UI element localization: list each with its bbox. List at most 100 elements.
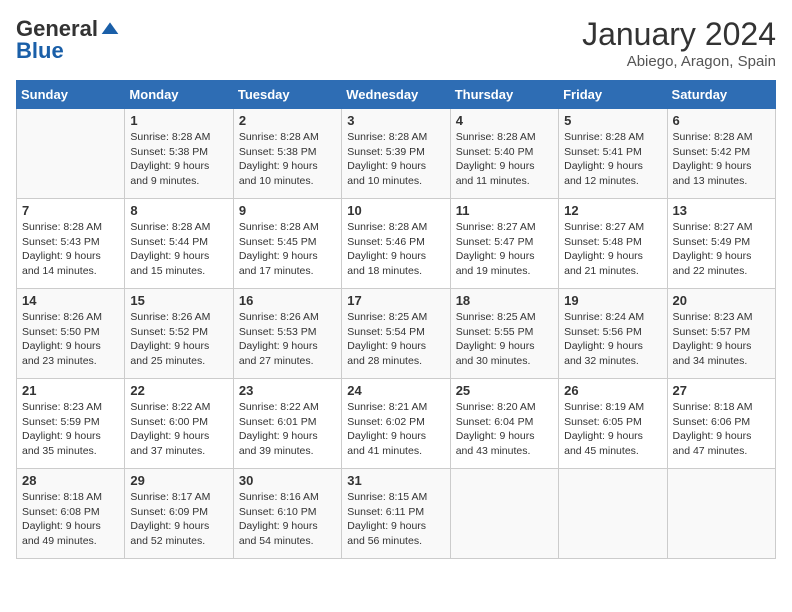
day-number: 5 [564, 113, 661, 128]
calendar-cell: 13Sunrise: 8:27 AMSunset: 5:49 PMDayligh… [667, 199, 775, 289]
daylight-text: Daylight: 9 hours and 32 minutes. [564, 340, 643, 367]
daylight-text: Daylight: 9 hours and 28 minutes. [347, 340, 426, 367]
day-number: 9 [239, 203, 336, 218]
day-number: 13 [673, 203, 770, 218]
sunrise-text: Sunrise: 8:28 AM [456, 131, 536, 143]
sunrise-text: Sunrise: 8:28 AM [347, 131, 427, 143]
sunset-text: Sunset: 5:50 PM [22, 326, 100, 338]
calendar-cell: 29Sunrise: 8:17 AMSunset: 6:09 PMDayligh… [125, 469, 233, 559]
sunset-text: Sunset: 5:52 PM [130, 326, 208, 338]
daylight-text: Daylight: 9 hours and 22 minutes. [673, 250, 752, 277]
cell-content: Sunrise: 8:27 AMSunset: 5:47 PMDaylight:… [456, 220, 553, 279]
sunrise-text: Sunrise: 8:25 AM [456, 311, 536, 323]
cell-content: Sunrise: 8:24 AM Sunset: 5:56 PM Daylight:… [564, 310, 661, 369]
calendar-cell: 21Sunrise: 8:23 AMSunset: 5:59 PMDayligh… [17, 379, 125, 469]
calendar-cell: 15Sunrise: 8:26 AMSunset: 5:52 PMDayligh… [125, 289, 233, 379]
cell-content: Sunrise: 8:25 AMSunset: 5:54 PMDaylight:… [347, 310, 444, 369]
sunset-text: Sunset: 5:56 PM [564, 326, 642, 338]
header-cell-tuesday: Tuesday [233, 81, 341, 109]
daylight-text: Daylight: 9 hours and 27 minutes. [239, 340, 318, 367]
sunset-text: Sunset: 5:45 PM [239, 236, 317, 248]
cell-content: Sunrise: 8:23 AMSunset: 5:59 PMDaylight:… [22, 400, 119, 459]
calendar-cell: 16Sunrise: 8:26 AMSunset: 5:53 PMDayligh… [233, 289, 341, 379]
header-cell-thursday: Thursday [450, 81, 558, 109]
calendar-cell: 8Sunrise: 8:28 AMSunset: 5:44 PMDaylight… [125, 199, 233, 289]
daylight-text: Daylight: 9 hours and 41 minutes. [347, 430, 426, 457]
daylight-text: Daylight: 9 hours and 13 minutes. [673, 160, 752, 187]
day-number: 23 [239, 383, 336, 398]
day-number: 3 [347, 113, 444, 128]
day-number: 8 [130, 203, 227, 218]
sunset-text: Sunset: 5:54 PM [347, 326, 425, 338]
calendar-cell: 3 Sunrise: 8:28 AMSunset: 5:39 PMDaylight… [342, 109, 450, 199]
header-row: SundayMondayTuesdayWednesdayThursdayFrid… [17, 81, 776, 109]
sunset-text: Sunset: 5:55 PM [456, 326, 534, 338]
cell-content: Sunrise: 8:18 AMSunset: 6:06 PMDaylight:… [673, 400, 770, 459]
day-number: 1 [130, 113, 227, 128]
header-cell-friday: Friday [559, 81, 667, 109]
calendar-cell: 17 Sunrise: 8:25 AMSunset: 5:54 PMDayligh… [342, 289, 450, 379]
calendar-header: SundayMondayTuesdayWednesdayThursdayFrid… [17, 81, 776, 109]
cell-content: Sunrise: 8:28 AMSunset: 5:39 PMDaylight:… [347, 130, 444, 189]
daylight-text: Daylight: 9 hours and 39 minutes. [239, 430, 318, 457]
calendar-cell: 1Sunrise: 8:28 AMSunset: 5:38 PMDaylight… [125, 109, 233, 199]
sunset-text: Sunset: 6:05 PM [564, 416, 642, 428]
day-number: 17 [347, 293, 444, 308]
day-number: 19 [564, 293, 661, 308]
sunset-text: Sunset: 6:04 PM [456, 416, 534, 428]
calendar-cell: 22Sunrise: 8:22 AMSunset: 6:00 PMDayligh… [125, 379, 233, 469]
sunset-text: Sunset: 5:53 PM [239, 326, 317, 338]
sunset-text: Sunset: 5:43 PM [22, 236, 100, 248]
sunrise-text: Sunrise: 8:26 AM [130, 311, 210, 323]
week-row-4: 21Sunrise: 8:23 AMSunset: 5:59 PMDayligh… [17, 379, 776, 469]
logo-icon [100, 19, 120, 39]
calendar-cell: 6Sunrise: 8:28 AMSunset: 5:42 PMDaylight… [667, 109, 775, 199]
calendar-cell: 7Sunrise: 8:28 AMSunset: 5:43 PMDaylight… [17, 199, 125, 289]
calendar-cell: 28Sunrise: 8:18 AMSunset: 6:08 PMDayligh… [17, 469, 125, 559]
cell-content: Sunrise: 8:27 AMSunset: 5:48 PMDaylight:… [564, 220, 661, 279]
daylight-text: Daylight: 9 hours and 54 minutes. [239, 520, 318, 547]
week-row-2: 7Sunrise: 8:28 AMSunset: 5:43 PMDaylight… [17, 199, 776, 289]
day-number: 31 [347, 473, 444, 488]
daylight-text: Daylight: 9 hours and 18 minutes. [347, 250, 426, 277]
calendar-cell: 24Sunrise: 8:21 AMSunset: 6:02 PMDayligh… [342, 379, 450, 469]
cell-content: Sunrise: 8:28 AMSunset: 5:42 PMDaylight:… [673, 130, 770, 189]
calendar-cell: 11Sunrise: 8:27 AMSunset: 5:47 PMDayligh… [450, 199, 558, 289]
day-number: 16 [239, 293, 336, 308]
calendar-cell: 12Sunrise: 8:27 AMSunset: 5:48 PMDayligh… [559, 199, 667, 289]
day-number: 28 [22, 473, 119, 488]
daylight-text: Daylight: 9 hours and 56 minutes. [347, 520, 426, 547]
cell-content: Sunrise: 8:22 AMSunset: 6:00 PMDaylight:… [130, 400, 227, 459]
cell-content: Sunrise: 8:28 AMSunset: 5:38 PMDaylight:… [239, 130, 336, 189]
calendar-cell: 4Sunrise: 8:28 AMSunset: 5:40 PMDaylight… [450, 109, 558, 199]
sunrise-text: Sunrise: 8:28 AM [564, 131, 644, 143]
cell-content: Sunrise: 8:23 AMSunset: 5:57 PMDaylight:… [673, 310, 770, 369]
cell-content: Sunrise: 8:28 AMSunset: 5:43 PMDaylight:… [22, 220, 119, 279]
sunrise-text: Sunrise: 8:19 AM [564, 401, 644, 413]
sunset-text: Sunset: 5:40 PM [456, 146, 534, 158]
week-row-1: 1Sunrise: 8:28 AMSunset: 5:38 PMDaylight… [17, 109, 776, 199]
sunset-text: Sunset: 5:38 PM [130, 146, 208, 158]
calendar-cell: 2 Sunrise: 8:28 AMSunset: 5:38 PMDaylight… [233, 109, 341, 199]
sunrise-text: Sunrise: 8:24 AM [564, 311, 644, 323]
calendar-cell: 19 Sunrise: 8:24 AM Sunset: 5:56 PM Dayligh… [559, 289, 667, 379]
daylight-text: Daylight: 9 hours and 47 minutes. [673, 430, 752, 457]
sunset-text: Sunset: 6:10 PM [239, 506, 317, 518]
calendar-cell: 9Sunrise: 8:28 AMSunset: 5:45 PMDaylight… [233, 199, 341, 289]
daylight-text: Daylight: 9 hours and 21 minutes. [564, 250, 643, 277]
daylight-text: Daylight: 9 hours and 12 minutes. [564, 160, 643, 187]
day-number: 2 [239, 113, 336, 128]
logo: General Blue [16, 16, 120, 64]
day-number: 24 [347, 383, 444, 398]
sunrise-text: Sunrise: 8:20 AM [456, 401, 536, 413]
calendar-body: 1Sunrise: 8:28 AMSunset: 5:38 PMDaylight… [17, 109, 776, 559]
cell-content: Sunrise: 8:19 AMSunset: 6:05 PMDaylight:… [564, 400, 661, 459]
sunrise-text: Sunrise: 8:18 AM [673, 401, 753, 413]
week-row-5: 28Sunrise: 8:18 AMSunset: 6:08 PMDayligh… [17, 469, 776, 559]
daylight-text: Daylight: 9 hours and 52 minutes. [130, 520, 209, 547]
calendar-cell [450, 469, 558, 559]
sunset-text: Sunset: 5:38 PM [239, 146, 317, 158]
day-number: 27 [673, 383, 770, 398]
sunset-text: Sunset: 5:57 PM [673, 326, 751, 338]
calendar-cell: 27 Sunrise: 8:18 AMSunset: 6:06 PMDayligh… [667, 379, 775, 469]
